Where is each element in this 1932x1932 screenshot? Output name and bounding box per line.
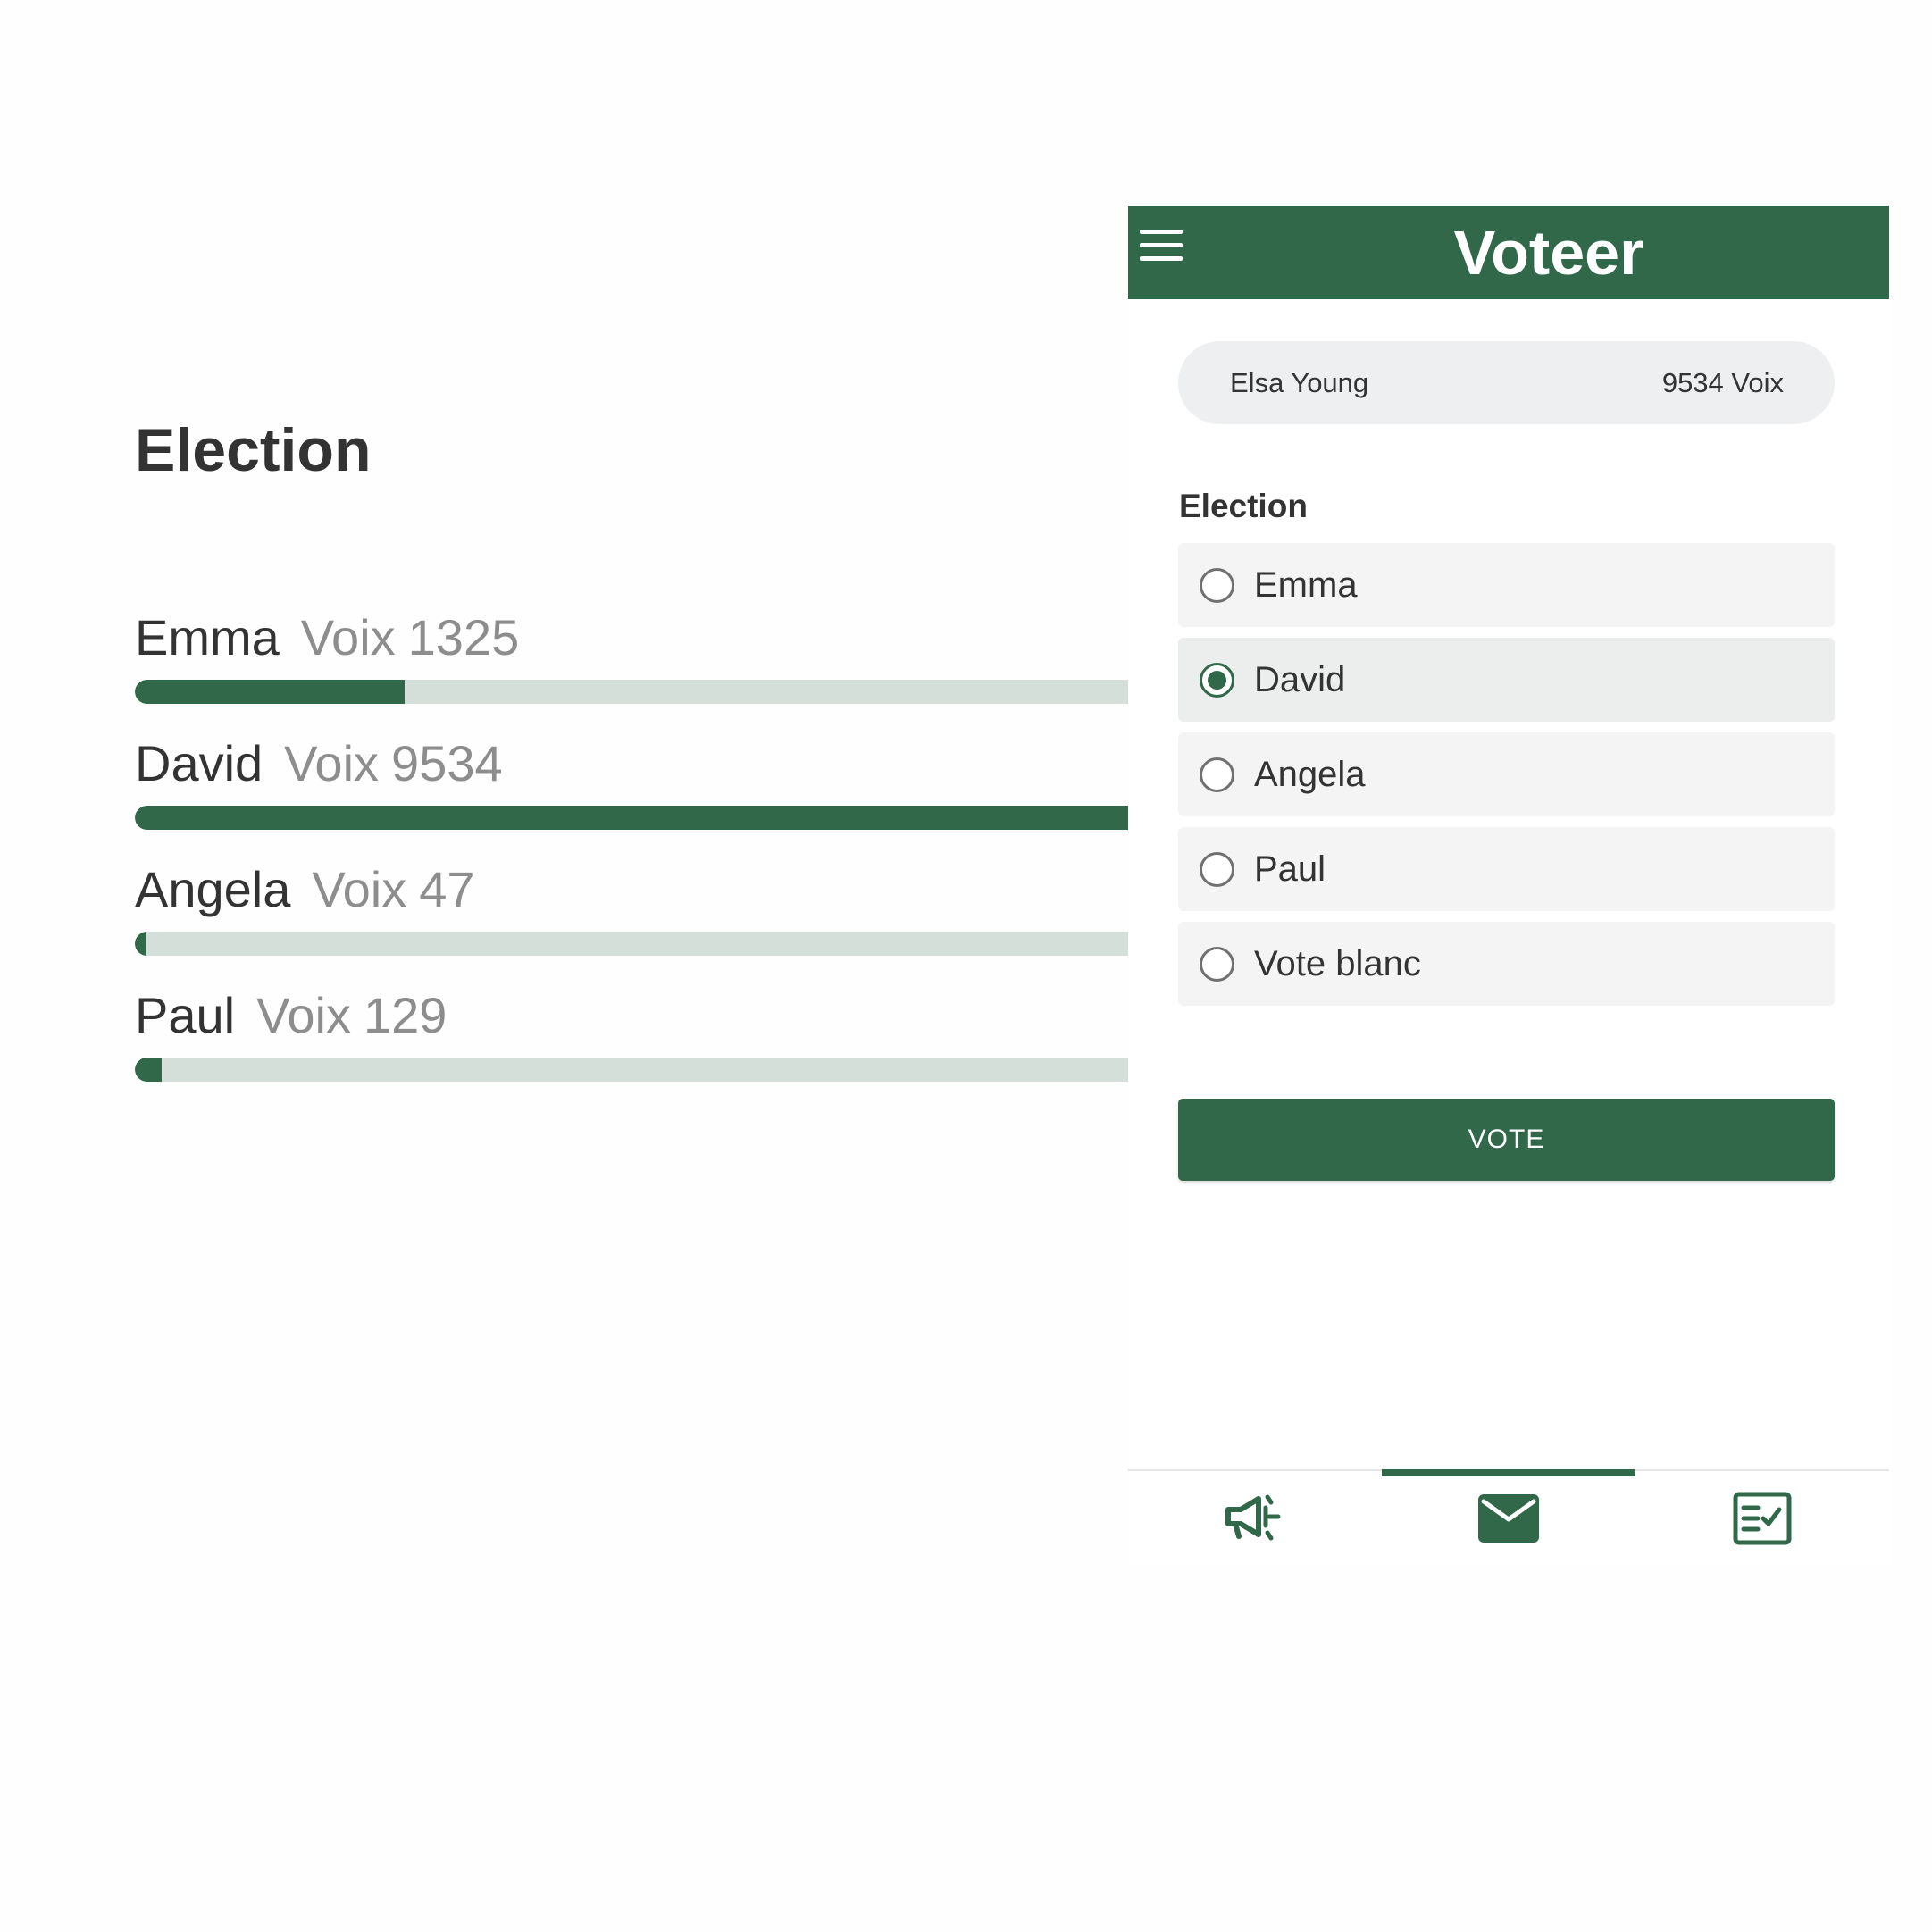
votes-count: 1325 bbox=[407, 609, 520, 665]
option-emma[interactable]: Emma bbox=[1178, 543, 1835, 627]
candidate-votes: Voix 1325 bbox=[301, 608, 519, 666]
option-vote-blanc[interactable]: Vote blanc bbox=[1178, 922, 1835, 1006]
progress-bar bbox=[135, 680, 1128, 704]
votes-label: Voix bbox=[312, 861, 407, 917]
user-votes: 9534 Voix bbox=[1661, 366, 1784, 398]
election-label: Election bbox=[1179, 488, 1308, 524]
user-summary: Elsa Young 9534 Voix bbox=[1178, 341, 1835, 424]
progress-bar bbox=[135, 1058, 1128, 1082]
option-angela[interactable]: Angela bbox=[1178, 732, 1835, 816]
app-header: Voteer bbox=[1128, 206, 1889, 299]
app-title: Voteer bbox=[1453, 218, 1644, 288]
radio-button-selected[interactable] bbox=[1200, 662, 1234, 698]
bottom-nav bbox=[1128, 1469, 1889, 1566]
candidate-votes: Voix 9534 bbox=[284, 734, 502, 792]
option-paul[interactable]: Paul bbox=[1178, 827, 1835, 911]
result-row-david: David Voix 9534 bbox=[135, 734, 1128, 860]
candidate-name: Paul bbox=[135, 987, 236, 1043]
result-row-paul: Paul Voix 129 bbox=[135, 986, 1128, 1112]
candidate-name: Angela bbox=[135, 861, 291, 917]
vote-button[interactable]: VOTE bbox=[1178, 1099, 1835, 1181]
radio-button[interactable] bbox=[1200, 851, 1234, 887]
option-david[interactable]: David bbox=[1178, 638, 1835, 722]
option-label: Paul bbox=[1254, 849, 1326, 889]
results-title: Election bbox=[135, 416, 372, 484]
votes-count: 9534 bbox=[391, 735, 503, 791]
votes-label: Voix bbox=[284, 735, 380, 791]
mobile-app: Voteer Elsa Young 9534 Voix Election Emm… bbox=[1128, 206, 1889, 1564]
progress-bar bbox=[135, 932, 1128, 956]
megaphone-icon bbox=[1225, 1494, 1281, 1541]
progress-fill bbox=[135, 680, 406, 704]
results-panel: Election Emma Voix1325 David Voix9534 bbox=[135, 416, 1128, 1082]
radio-button[interactable] bbox=[1200, 757, 1234, 792]
progress-fill bbox=[135, 932, 147, 956]
candidate-votes: Voix 129 bbox=[256, 986, 447, 1044]
result-row-emma: Emma Voix 1325 bbox=[135, 608, 1128, 734]
option-label: Emma bbox=[1254, 565, 1358, 605]
option-label: Angela bbox=[1254, 754, 1366, 794]
screen: Election Emma Voix1325 David Voix9534 bbox=[0, 0, 1932, 1932]
checklist-icon bbox=[1733, 1492, 1792, 1545]
option-label: Vote blanc bbox=[1254, 943, 1421, 983]
option-label: David bbox=[1254, 659, 1346, 699]
envelope-icon bbox=[1478, 1494, 1539, 1543]
votes-label: Voix bbox=[256, 987, 351, 1043]
radio-button[interactable] bbox=[1200, 946, 1234, 982]
user-name: Elsa Young bbox=[1230, 366, 1369, 398]
candidate-votes: Voix 47 bbox=[312, 860, 474, 918]
result-row-angela: Angela Voix 47 bbox=[135, 860, 1128, 986]
results-list: Emma Voix 1325 David Voix 9534 Angela Vo… bbox=[135, 608, 1128, 1112]
votes-count: 129 bbox=[363, 987, 447, 1043]
tab-results[interactable] bbox=[1635, 1471, 1889, 1566]
tab-announcements[interactable] bbox=[1128, 1471, 1382, 1566]
votes-label: Voix bbox=[300, 609, 396, 665]
progress-fill bbox=[135, 1058, 163, 1082]
radio-button[interactable] bbox=[1200, 567, 1234, 603]
votes-count: 47 bbox=[419, 861, 475, 917]
candidate-name: David bbox=[135, 735, 263, 791]
tab-vote[interactable] bbox=[1382, 1469, 1635, 1566]
progress-bar bbox=[135, 806, 1128, 830]
candidate-name: Emma bbox=[135, 609, 280, 665]
election-options: Emma David Angela Paul Vote blanc bbox=[1178, 543, 1835, 1016]
progress-fill bbox=[135, 806, 1128, 830]
